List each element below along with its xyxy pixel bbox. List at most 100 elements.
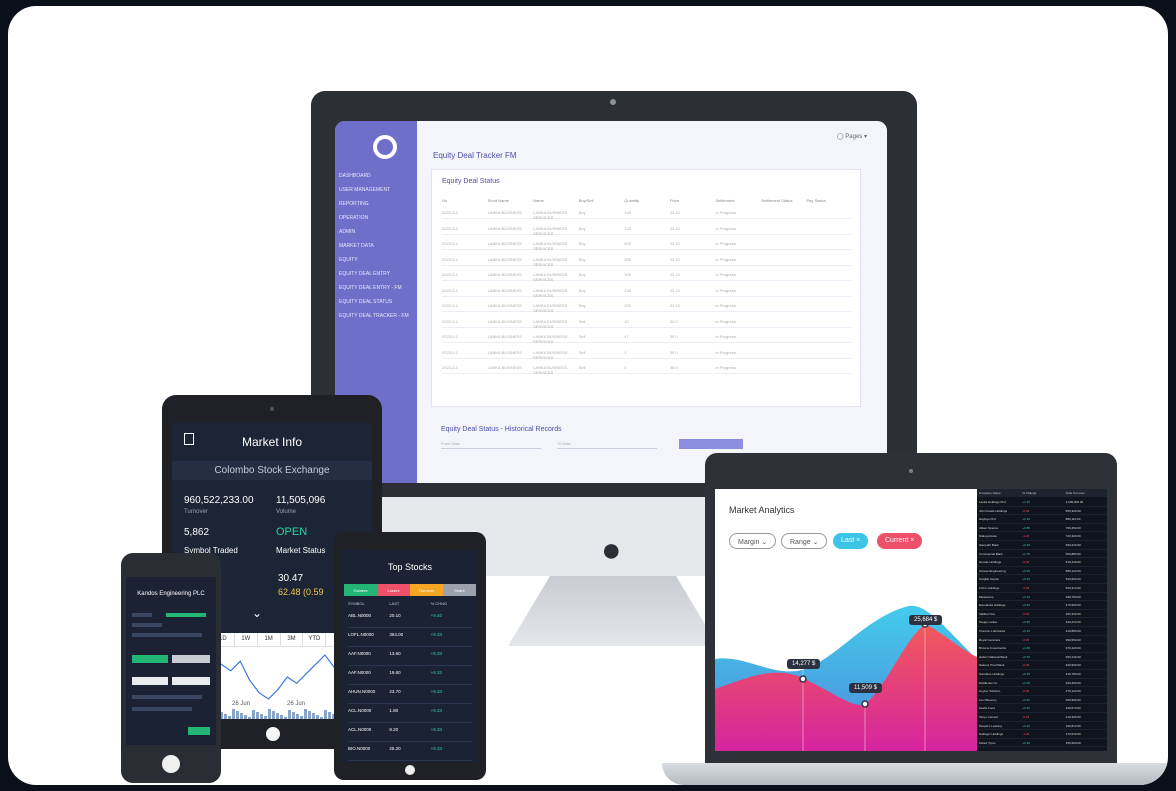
- sidebar-item[interactable]: EQUITY DEAL ENTRY - FM: [339, 285, 402, 291]
- sell-button[interactable]: [172, 655, 210, 663]
- list-item[interactable]: Teejay Lanka +0.55 430,210.00: [977, 618, 1107, 627]
- from-date-field[interactable]: From Date: [441, 441, 541, 449]
- sidebar-item[interactable]: DASHBOARD: [339, 173, 371, 179]
- table-row[interactable]: 2023-0-1 LANKA BUSINESS LANKA BUSINESS SER…: [442, 206, 852, 220]
- sidebar-item[interactable]: EQUITY: [339, 257, 358, 263]
- text-placeholder: [166, 613, 206, 617]
- list-item[interactable]: Melstacorp +1.10 490,700.00: [977, 593, 1107, 602]
- sidebar-item[interactable]: MARKET DATA: [339, 243, 374, 249]
- table-row[interactable]: 2023-0-1 LANKA BUSINESS LANKA BUSINESS SER…: [442, 253, 852, 267]
- list-item[interactable]: People's Leasing +0.45 190,810.00: [977, 722, 1107, 731]
- list-item[interactable]: Hemas Holdings -0.30 610,440.00: [977, 558, 1107, 567]
- home-button[interactable]: [162, 755, 180, 773]
- list-item[interactable]: Hayleys PLC +2.10 880,110.00: [977, 515, 1107, 524]
- stocks-tab[interactable]: Gainers: [344, 584, 377, 596]
- exchange-name: Colombo Stock Exchange: [172, 461, 372, 480]
- stocks-tab[interactable]: Turnover: [410, 584, 443, 596]
- stocks-tab[interactable]: Losers: [377, 584, 410, 596]
- range-tab[interactable]: 3M: [281, 633, 304, 646]
- to-date-field[interactable]: To Date: [557, 441, 657, 449]
- column-header[interactable]: Name: [533, 198, 579, 203]
- sidebar-item[interactable]: USER MANAGEMENT: [339, 187, 390, 193]
- list-item[interactable]: Lanka Holdings PLC +1.36 1,035,000.00: [977, 498, 1107, 507]
- list-item[interactable]: Kelani Tyres +2.30 150,260.00: [977, 739, 1107, 748]
- range-tab[interactable]: 1W: [235, 633, 258, 646]
- list-cell: 210,330.00: [1065, 715, 1081, 719]
- list-item[interactable]: Commercial Bank +1.75 650,880.00: [977, 550, 1107, 559]
- table-row[interactable]: 2023-0-1 LANKA BUSINESS LANKA BUSINESS SER…: [442, 315, 852, 329]
- column-header[interactable]: Quantity: [624, 198, 670, 203]
- list-item[interactable]: Browns Investments +1.65 370,420.00: [977, 644, 1107, 653]
- list-item[interactable]: Lion Brewery +0.60 250,990.00: [977, 696, 1107, 705]
- list-item[interactable]: Expolanka Holdings +3.40 470,900.00: [977, 601, 1107, 610]
- table-row[interactable]: 2023-0-1 LANKA BUSINESS LANKA BUSINESS SER…: [442, 361, 852, 375]
- list-item[interactable]: Sampath Bank +0.40 690,220.00: [977, 541, 1107, 550]
- submit-button[interactable]: [188, 727, 210, 735]
- table-row[interactable]: 2023-0-1 LANKA BUSINESS LANKA BUSINESS SER…: [442, 330, 852, 344]
- stock-row[interactable]: AAF.N0000 19.60 +8.33: [348, 667, 472, 685]
- volume-bar: [308, 711, 311, 719]
- user-menu[interactable]: ◯ Pages ▾: [837, 133, 867, 140]
- stock-row[interactable]: LOFL.N0000 364.00 +8.33: [348, 629, 472, 647]
- column-header[interactable]: Price: [670, 198, 716, 203]
- sidebar-item[interactable]: OPERATION: [339, 215, 368, 221]
- table-cell: Buy: [578, 287, 586, 293]
- stock-row[interactable]: AAF.N0000 13.60 +8.33: [348, 648, 472, 666]
- column-header[interactable]: No: [442, 198, 488, 203]
- table-row[interactable]: 2023-0-1 LANKA BUSINESS LANKA BUSINESS SER…: [442, 222, 852, 236]
- list-item[interactable]: Hatton National Bank +0.70 350,140.00: [977, 653, 1107, 662]
- range-tab[interactable]: YTD: [303, 633, 327, 646]
- list-cell: 520,310.00: [1065, 586, 1081, 590]
- home-button[interactable]: [266, 727, 280, 741]
- list-item[interactable]: Nations Trust Bank -0.20 330,900.00: [977, 661, 1107, 670]
- list-item[interactable]: Tokyo Cement -0.15 210,330.00: [977, 713, 1107, 722]
- home-button[interactable]: [405, 765, 415, 775]
- column-header[interactable]: Buy/Sell: [579, 198, 625, 203]
- stock-row[interactable]: AHUN.N0000 23.70 +8.33: [348, 686, 472, 704]
- stock-cell: 8.20: [389, 727, 399, 732]
- column-header[interactable]: Settlement Status: [761, 198, 807, 203]
- sidebar-item[interactable]: REPORTING: [339, 201, 369, 207]
- column-header[interactable]: Short Name: [488, 198, 534, 203]
- list-item[interactable]: Softlogic Holdings -1.40 170,540.00: [977, 730, 1107, 739]
- sidebar-item[interactable]: EQUITY DEAL TRACKER - FM: [339, 313, 409, 319]
- column-header[interactable]: Pay Status: [807, 198, 853, 203]
- list-cell: 760,450.00: [1065, 525, 1081, 530]
- list-item[interactable]: Dialog Axiata -1.20 720,300.00: [977, 532, 1107, 541]
- list-item[interactable]: Cargills Ceylon +0.25 540,600.00: [977, 575, 1107, 584]
- sidebar-item[interactable]: EQUITY DEAL ENTRY: [339, 271, 390, 277]
- stock-cell: +8.33: [430, 670, 443, 675]
- list-item[interactable]: Distilleries Co +1.05 290,450.00: [977, 679, 1107, 688]
- list-item[interactable]: LOLC Holdings -2.05 520,310.00: [977, 584, 1107, 593]
- stock-row[interactable]: ABL.N0000 20.10 +9.40: [348, 610, 472, 628]
- list-item[interactable]: Chevron Lubricants +0.15 410,880.00: [977, 627, 1107, 636]
- sidebar-item[interactable]: EQUITY DEAL STATUS: [339, 299, 392, 305]
- stock-row[interactable]: ACL.N0000 8.20 +8.33: [348, 724, 472, 742]
- table-row[interactable]: 2023-0-1 LANKA BUSINESS LANKA BUSINESS SER…: [442, 284, 852, 298]
- buy-button[interactable]: [132, 655, 168, 663]
- list-cell: Teejay Lanka: [979, 620, 997, 625]
- stock-row[interactable]: BIO.N0000 25.20 +8.33: [348, 743, 472, 761]
- list-item[interactable]: Aitken Spence +0.85 760,450.00: [977, 524, 1107, 533]
- stock-row[interactable]: ACL.N0000 1.80 +8.33: [348, 705, 472, 723]
- chevron-down-icon[interactable]: ⌄: [252, 606, 262, 620]
- list-item[interactable]: Access Engineering +0.95 580,120.00: [977, 567, 1107, 576]
- list-item[interactable]: Sunshine Holdings +0.35 310,780.00: [977, 670, 1107, 679]
- list-item[interactable]: Royal Ceramics -0.90 390,560.00: [977, 636, 1107, 645]
- stocks-tab[interactable]: Share: [443, 584, 476, 596]
- table-row[interactable]: 2023-0-1 LANKA BUSINESS LANKA BUSINESS SER…: [442, 237, 852, 251]
- list-item[interactable]: Vallibel One -0.65 450,330.00: [977, 610, 1107, 619]
- column-header[interactable]: Settlement: [715, 198, 761, 203]
- list-cell: Browns Investments: [979, 646, 1007, 651]
- list-item[interactable]: John Keells Holdings -0.45 950,320.00: [977, 507, 1107, 516]
- list-item[interactable]: Ceylon Tobacco -0.50 270,120.00: [977, 687, 1107, 696]
- search-button[interactable]: [679, 439, 743, 449]
- quantity-input[interactable]: [132, 677, 168, 685]
- sidebar-item[interactable]: ADMIN: [339, 229, 355, 235]
- list-item[interactable]: Keells Food +0.20 230,670.00: [977, 704, 1107, 713]
- price-input[interactable]: [172, 677, 210, 685]
- table-row[interactable]: 2023-0-1 LANKA BUSINESS LANKA BUSINESS SER…: [442, 299, 852, 313]
- table-row[interactable]: 2023-0-1 LANKA BUSINESS LANKA BUSINESS SER…: [442, 346, 852, 360]
- table-row[interactable]: 2023-0-1 LANKA BUSINESS LANKA BUSINESS SER…: [442, 268, 852, 282]
- range-tab[interactable]: 1M: [258, 633, 281, 646]
